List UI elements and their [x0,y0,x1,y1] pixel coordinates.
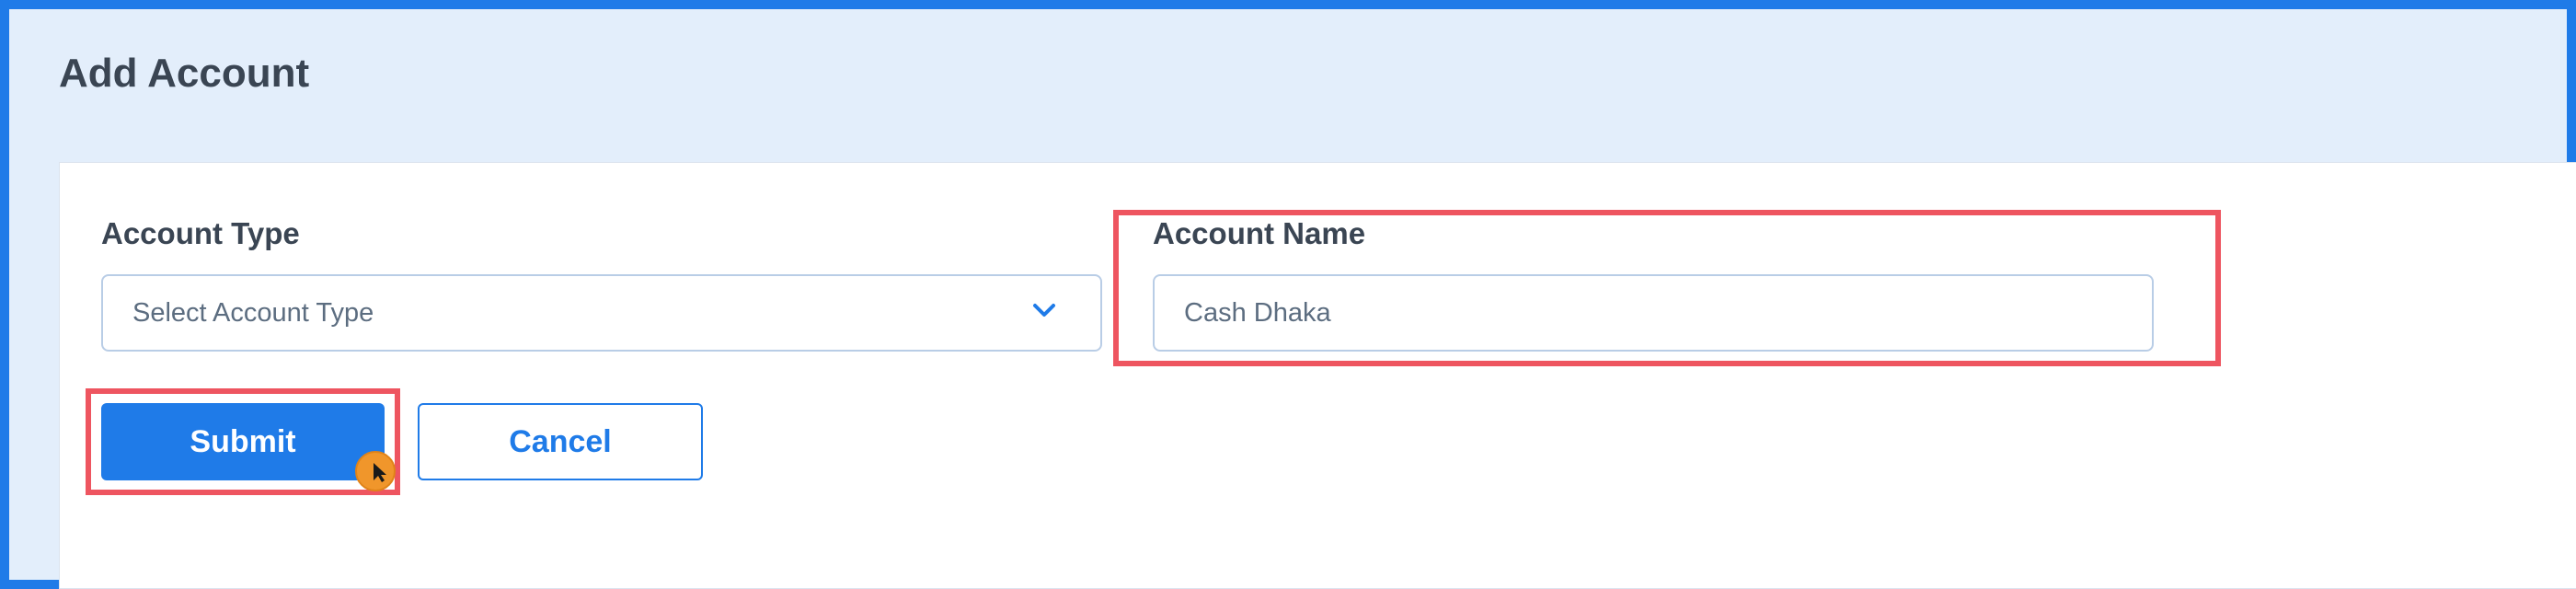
submit-button[interactable]: Submit [101,403,385,480]
page-title: Add Account [59,51,310,96]
account-name-label: Account Name [1153,216,1366,250]
account-type-select[interactable]: Select Account Type [101,274,1102,352]
pointer-cursor-icon [374,463,386,482]
app-frame: Add Account Account Type Select Account … [0,0,2576,589]
account-name-input[interactable] [1153,274,2154,352]
cursor-indicator [355,451,396,491]
account-type-label: Account Type [101,216,300,250]
cancel-button[interactable]: Cancel [418,403,703,480]
account-type-select-placeholder: Select Account Type [132,298,374,328]
chevron-down-icon [1033,304,1055,317]
